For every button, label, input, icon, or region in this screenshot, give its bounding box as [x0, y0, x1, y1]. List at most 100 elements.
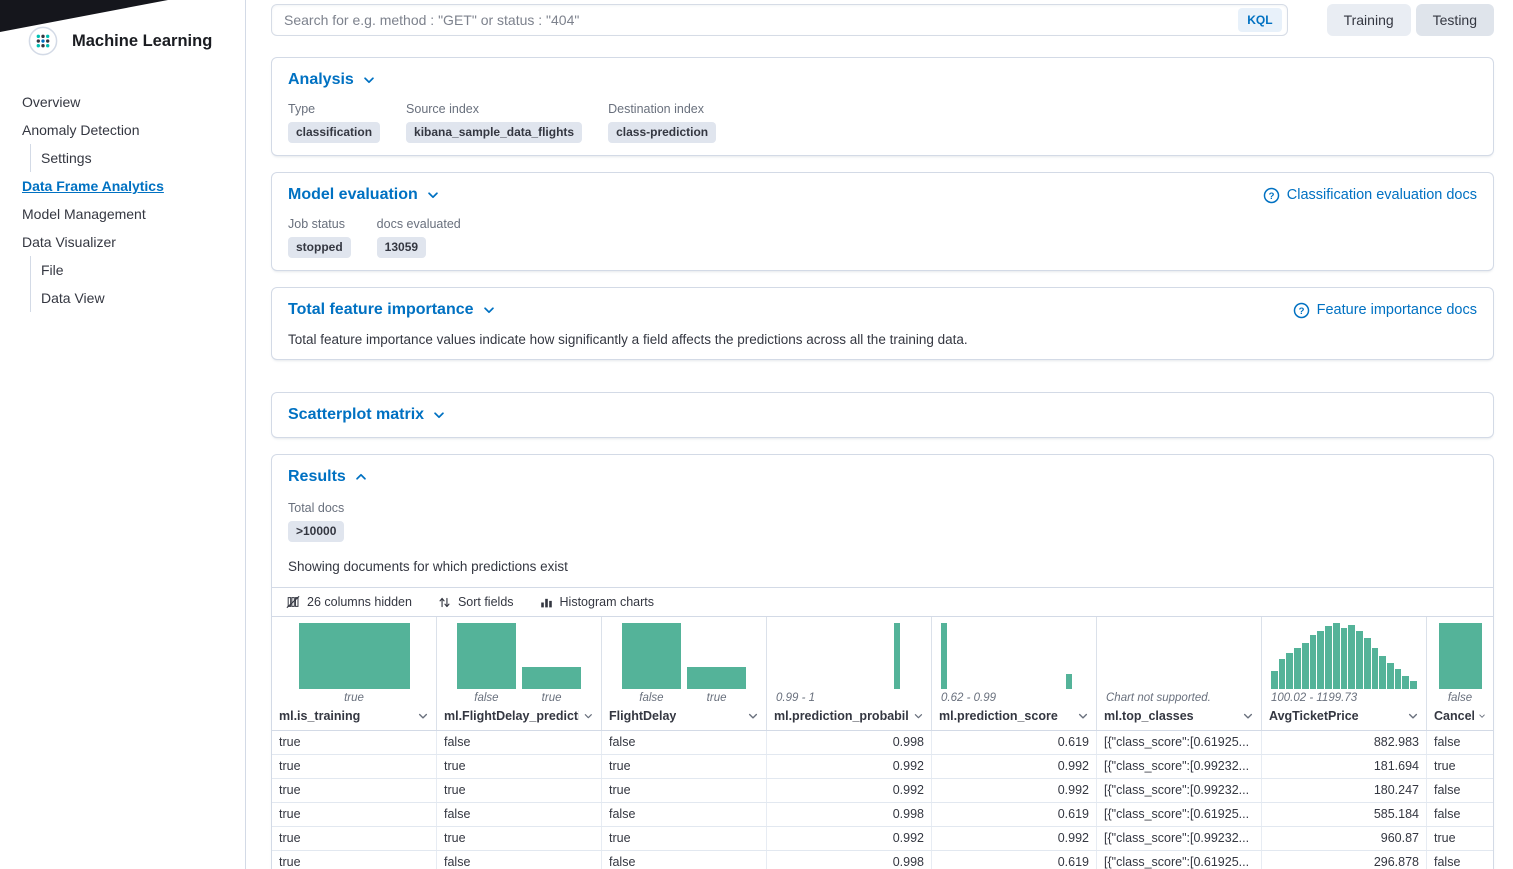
sidebar-item-data-visualizer[interactable]: Data Visualizer — [0, 228, 245, 256]
grid-column-header[interactable]: 0.62 - 0.99ml.prediction_score — [932, 617, 1097, 730]
top-bar: KQL Training Testing — [271, 4, 1494, 36]
table-cell: false — [1427, 779, 1493, 802]
table-cell: 0.992 — [932, 755, 1097, 778]
field-value-badge: 13059 — [377, 237, 426, 258]
table-cell: true — [437, 827, 602, 850]
column-histogram: falsetrue — [437, 623, 601, 707]
grid-column-header[interactable]: Chart not supported. ml.top_classes — [1097, 617, 1262, 730]
field-label: Job status — [288, 216, 351, 232]
table-cell: 0.992 — [932, 779, 1097, 802]
column-menu-chevron-icon[interactable] — [747, 710, 759, 722]
feature-importance-docs-link[interactable]: ? Feature importance docs — [1293, 302, 1477, 319]
classification-evaluation-docs-link[interactable]: ? Classification evaluation docs — [1263, 187, 1477, 204]
field-type: Type classification — [288, 101, 380, 143]
table-cell: [{"class_score":[0.99232... — [1097, 827, 1262, 850]
model-evaluation-panel-title: Model evaluation — [288, 185, 418, 205]
field-label: Source index — [406, 101, 582, 117]
grid-column-header[interactable]: falseCancelled — [1427, 617, 1493, 730]
table-cell: true — [1427, 755, 1493, 778]
histogram-bar — [522, 667, 581, 689]
chevron-down-icon — [362, 73, 376, 87]
main-content: KQL Training Testing Analysis Type class… — [246, 0, 1513, 869]
sidebar-item-overview[interactable]: Overview — [0, 88, 245, 116]
table-cell: false — [1427, 803, 1493, 826]
grid-column-header[interactable]: 0.99 - 1ml.prediction_probability — [767, 617, 932, 730]
histogram-charts-button[interactable]: Histogram charts — [540, 595, 654, 609]
column-menu-chevron-icon[interactable] — [1077, 710, 1089, 722]
table-cell: 585.184 — [1262, 803, 1427, 826]
histogram-bar — [457, 623, 516, 689]
table-cell: false — [1427, 731, 1493, 754]
table-cell: 180.247 — [1262, 779, 1427, 802]
grid-column-header[interactable]: trueml.is_training — [272, 617, 437, 730]
kql-button[interactable]: KQL — [1238, 8, 1281, 32]
sidebar-item-settings[interactable]: Settings — [30, 144, 245, 172]
sidebar: Machine Learning Overview Anomaly Detect… — [0, 0, 246, 869]
search-input[interactable] — [284, 12, 1238, 28]
grid-column-header[interactable]: falsetrueFlightDelay — [602, 617, 767, 730]
sidebar-item-anomaly-detection[interactable]: Anomaly Detection — [0, 116, 245, 144]
sidebar-item-file[interactable]: File — [30, 256, 245, 284]
field-label: docs evaluated — [377, 216, 461, 232]
results-subtitle: Showing documents for which predictions … — [288, 559, 1477, 574]
field-value-badge: stopped — [288, 237, 351, 258]
column-menu-chevron-icon[interactable] — [1478, 710, 1486, 722]
table-cell: true — [272, 851, 437, 869]
table-row: truefalsefalse0.9980.619[{"class_score":… — [272, 851, 1493, 869]
column-menu-chevron-icon[interactable] — [1407, 710, 1419, 722]
table-cell: [{"class_score":[0.61925... — [1097, 731, 1262, 754]
grid-column-header[interactable]: falsetrueml.FlightDelay_prediction — [437, 617, 602, 730]
column-histogram: falsetrue — [602, 623, 766, 707]
table-cell: 0.998 — [767, 803, 932, 826]
column-menu-chevron-icon[interactable] — [1242, 710, 1254, 722]
feature-importance-panel: Total feature importance ? Feature impor… — [271, 287, 1494, 360]
table-row: truetruetrue0.9920.992[{"class_score":[0… — [272, 827, 1493, 851]
column-menu-chevron-icon[interactable] — [583, 710, 594, 722]
search-box[interactable]: KQL — [271, 4, 1288, 36]
sort-fields-button[interactable]: Sort fields — [438, 595, 514, 609]
model-evaluation-panel-toggle[interactable]: Model evaluation — [288, 185, 440, 205]
results-panel-toggle[interactable]: Results — [288, 467, 368, 487]
sort-fields-icon — [438, 596, 451, 609]
table-cell: 296.878 — [1262, 851, 1427, 869]
table-cell: true — [602, 827, 767, 850]
field-label: Destination index — [608, 101, 716, 117]
grid-column-header[interactable]: 100.02 - 1199.73AvgTicketPrice — [1262, 617, 1427, 730]
field-destination-index: Destination index class-prediction — [608, 101, 716, 143]
column-name: ml.top_classes — [1104, 709, 1194, 723]
table-cell: false — [602, 851, 767, 869]
documentation-icon: ? — [1263, 187, 1280, 204]
column-name: AvgTicketPrice — [1269, 709, 1359, 723]
table-cell: 0.992 — [932, 827, 1097, 850]
feature-importance-panel-toggle[interactable]: Total feature importance — [288, 300, 496, 320]
field-job-status: Job status stopped — [288, 216, 351, 258]
results-panel-title: Results — [288, 467, 346, 487]
grid-header-row: trueml.is_trainingfalsetrueml.FlightDela… — [272, 617, 1493, 731]
table-row: truetruetrue0.9920.992[{"class_score":[0… — [272, 779, 1493, 803]
documentation-icon: ? — [1293, 302, 1310, 319]
columns-hidden-icon — [286, 595, 300, 609]
testing-button[interactable]: Testing — [1416, 4, 1494, 36]
column-histogram: Chart not supported. — [1097, 623, 1261, 707]
scatterplot-matrix-panel-toggle[interactable]: Scatterplot matrix — [288, 405, 446, 425]
analysis-panel-toggle[interactable]: Analysis — [288, 70, 376, 90]
table-cell: [{"class_score":[0.61925... — [1097, 803, 1262, 826]
sidebar-item-data-view[interactable]: Data View — [30, 284, 245, 312]
table-cell: true — [437, 779, 602, 802]
chevron-down-icon — [432, 408, 446, 422]
columns-hidden-button[interactable]: 26 columns hidden — [286, 595, 412, 609]
table-cell: false — [437, 731, 602, 754]
sidebar-nav: Overview Anomaly Detection Settings Data… — [0, 88, 245, 312]
sidebar-item-model-management[interactable]: Model Management — [0, 200, 245, 228]
table-cell: true — [272, 803, 437, 826]
training-button[interactable]: Training — [1327, 4, 1411, 36]
feature-importance-panel-title: Total feature importance — [288, 300, 474, 320]
analysis-panel: Analysis Type classification Source inde… — [271, 57, 1494, 156]
column-menu-chevron-icon[interactable] — [417, 710, 429, 722]
table-cell: true — [272, 779, 437, 802]
sidebar-item-data-frame-analytics[interactable]: Data Frame Analytics — [0, 172, 245, 200]
table-cell: true — [602, 779, 767, 802]
column-menu-chevron-icon[interactable] — [913, 710, 924, 722]
svg-text:?: ? — [1268, 190, 1274, 201]
results-panel: Results Total docs >10000 Showing docume… — [271, 454, 1494, 869]
